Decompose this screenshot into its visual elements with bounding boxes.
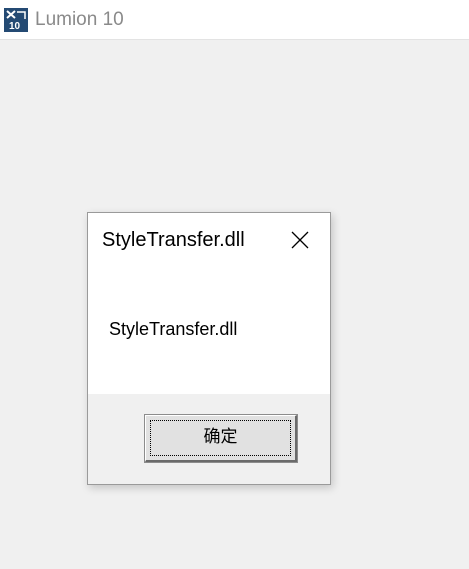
message-dialog: StyleTransfer.dll StyleTransfer.dll 确定 <box>87 212 331 485</box>
svg-text:10: 10 <box>9 21 21 32</box>
close-icon <box>291 231 309 249</box>
window-title: Lumion 10 <box>35 9 124 30</box>
ok-button-label: 确定 <box>203 427 238 447</box>
dialog-footer: 确定 <box>88 394 330 484</box>
dialog-title: StyleTransfer.dll <box>102 229 245 251</box>
dialog-message: StyleTransfer.dll <box>109 319 238 339</box>
dialog-header: StyleTransfer.dll <box>88 213 330 269</box>
close-button[interactable] <box>284 227 314 255</box>
lumion-app-icon: 10 <box>4 8 28 32</box>
window-titlebar: 10 Lumion 10 <box>0 0 469 40</box>
dialog-body: StyleTransfer.dll <box>88 269 330 394</box>
ok-button[interactable]: 确定 <box>144 414 298 463</box>
